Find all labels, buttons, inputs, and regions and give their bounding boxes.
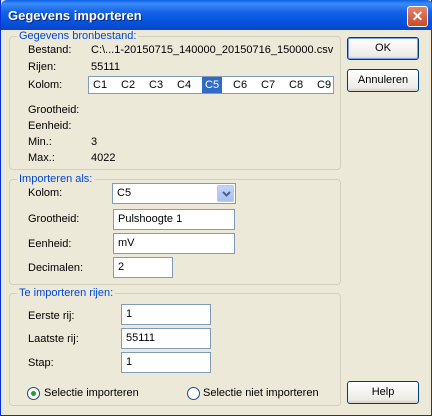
radio-selectie-niet-importeren[interactable]: [187, 387, 200, 400]
min-value: 3: [91, 136, 98, 148]
source-grootheid-label: Grootheid:: [28, 104, 80, 116]
stap-input[interactable]: 1: [121, 352, 211, 373]
dropdown-arrow-button[interactable]: [217, 185, 234, 202]
column-cell[interactable]: C9: [314, 77, 333, 93]
column-cell[interactable]: C7: [258, 77, 278, 93]
eerste-rij-label: Eerste rij:: [28, 310, 75, 322]
radio-selected-dot-icon: [31, 391, 36, 396]
min-label: Min.:: [28, 136, 52, 148]
window-title: Gegevens importeren: [8, 8, 142, 23]
title-bar[interactable]: Gegevens importeren ✕: [1, 0, 432, 30]
grootheid-label: Grootheid:: [28, 213, 80, 225]
import-dialog: Gegevens importeren ✕ Gegevens bronbesta…: [0, 0, 432, 416]
column-selector[interactable]: C1 C2 C3 C4 C5 C6 C7 C8 C9: [88, 76, 334, 94]
source-group: Gegevens bronbestand:: [9, 30, 341, 170]
column-cell[interactable]: C4: [174, 77, 194, 93]
laatste-rij-input[interactable]: 55111: [121, 328, 211, 349]
radio-selectie-niet-importeren-label[interactable]: Selectie niet importeren: [203, 387, 319, 399]
column-cell[interactable]: C2: [118, 77, 138, 93]
column-cell[interactable]: C1: [90, 77, 110, 93]
help-button[interactable]: Help: [347, 381, 419, 404]
eerste-rij-input[interactable]: 1: [121, 304, 211, 325]
ok-button[interactable]: OK: [347, 37, 419, 60]
decimalen-input[interactable]: 2: [113, 257, 173, 278]
bestand-label: Bestand:: [28, 44, 72, 56]
rijen-label: Rijen:: [28, 61, 57, 73]
column-cell[interactable]: C8: [286, 77, 306, 93]
max-label: Max.:: [28, 152, 55, 164]
source-eenheid-label: Eenheid:: [28, 120, 72, 132]
radio-selectie-importeren[interactable]: [27, 387, 40, 400]
rijen-value: 55111: [91, 61, 120, 73]
grootheid-input[interactable]: Pulshoogte 1: [113, 209, 235, 230]
chevron-down-icon: [222, 191, 231, 197]
column-cell-selected[interactable]: C5: [202, 77, 223, 93]
rows-legend: Te importeren rijen:: [17, 287, 116, 299]
bestand-value: C:\...1-20150715_140000_20150716_150000.…: [91, 44, 334, 56]
eenheid-label: Eenheid:: [28, 238, 72, 250]
kolom-dropdown[interactable]: C5: [112, 183, 236, 204]
column-cell[interactable]: C3: [146, 77, 166, 93]
decimalen-label: Decimalen:: [28, 262, 84, 274]
eenheid-input[interactable]: mV: [113, 233, 235, 254]
kolom-label: Kolom:: [28, 79, 63, 91]
max-value: 4022: [91, 152, 116, 164]
column-cell[interactable]: C6: [230, 77, 250, 93]
source-legend: Gegevens bronbestand:: [17, 30, 139, 42]
import-kolom-label: Kolom:: [28, 187, 63, 199]
close-button[interactable]: ✕: [407, 6, 428, 27]
import-as-legend: Importeren als:: [17, 173, 95, 185]
radio-selectie-importeren-label[interactable]: Selectie importeren: [44, 387, 139, 399]
stap-label: Stap:: [28, 357, 54, 369]
kolom-dropdown-value: C5: [117, 187, 132, 199]
annuleren-button[interactable]: Annuleren: [347, 69, 419, 92]
laatste-rij-label: Laatste rij:: [28, 333, 79, 345]
close-icon: ✕: [411, 8, 424, 24]
